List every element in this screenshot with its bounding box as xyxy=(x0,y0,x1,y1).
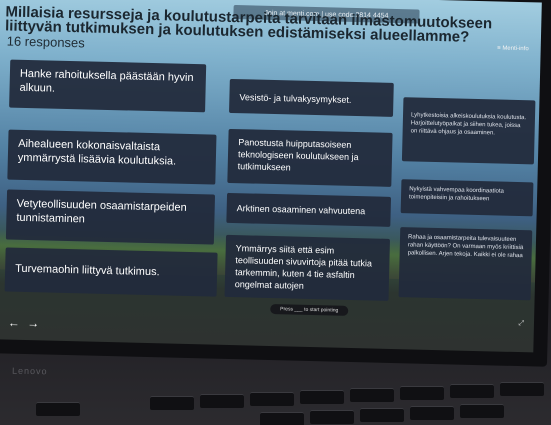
response-card: Hanke rahoituksella päästään hyvin alkuu… xyxy=(9,59,207,113)
arrow-right-icon[interactable]: → xyxy=(25,316,41,330)
keyboard-key xyxy=(460,404,504,418)
keyboard-key xyxy=(36,402,80,416)
keyboard-key xyxy=(450,384,494,398)
question-title: Millaisia resursseja ja koulutustarpeita… xyxy=(4,3,493,46)
response-card: Vetyteollisuuden osaamistarpeiden tunnis… xyxy=(5,189,216,245)
response-card: Arktinen osaaminen vahvuutena xyxy=(226,192,392,227)
keyboard-key xyxy=(150,396,194,410)
response-card: Rahaa ja osaamistarpeita tulevaisuuteen … xyxy=(398,227,533,301)
keyboard-key xyxy=(360,408,404,422)
keyboard-key xyxy=(200,394,244,408)
response-card: Panostusta huipputasoiseen teknologiseen… xyxy=(227,128,393,187)
response-count: 16 responses xyxy=(6,33,85,51)
keyboard-key xyxy=(250,392,294,406)
response-card: Ymmärrys siitä että esim teollisuuden si… xyxy=(224,234,391,301)
response-card: Lyhytkestoisia alkeiskoulutuksia koulutu… xyxy=(401,97,536,165)
keyboard-key xyxy=(350,388,394,402)
response-card: Nykyistä vahvempaa koordinaatiota toimen… xyxy=(400,179,534,217)
response-card: Aihealueen kokonaisvaltaista ymmärrystä … xyxy=(7,129,217,185)
keyboard-key xyxy=(400,386,444,400)
presentation-screen: Join at menti.com | use code 2814 4454 M… xyxy=(0,0,542,353)
menu-hint[interactable]: ≡ Menti-info xyxy=(497,45,529,52)
keyboard xyxy=(0,372,551,425)
response-card: Turvemaohin liittyvä tutkimus. xyxy=(4,247,218,297)
keyboard-key xyxy=(310,410,354,424)
keyboard-key xyxy=(300,390,344,404)
slide-navigation: ← → xyxy=(6,316,42,331)
fullscreen-icon[interactable]: ⤢ xyxy=(518,320,524,328)
keyboard-key xyxy=(260,412,304,425)
keyboard-key xyxy=(410,406,454,420)
keyboard-key xyxy=(500,382,544,396)
laptop-bezel: Join at menti.com | use code 2814 4454 M… xyxy=(0,0,551,367)
pointer-hint: Press ___ to start pointing xyxy=(270,303,349,316)
response-card: Vesistö- ja tulvakysymykset. xyxy=(229,78,394,117)
arrow-left-icon[interactable]: ← xyxy=(6,316,22,330)
photo: Join at menti.com | use code 2814 4454 M… xyxy=(0,0,551,425)
